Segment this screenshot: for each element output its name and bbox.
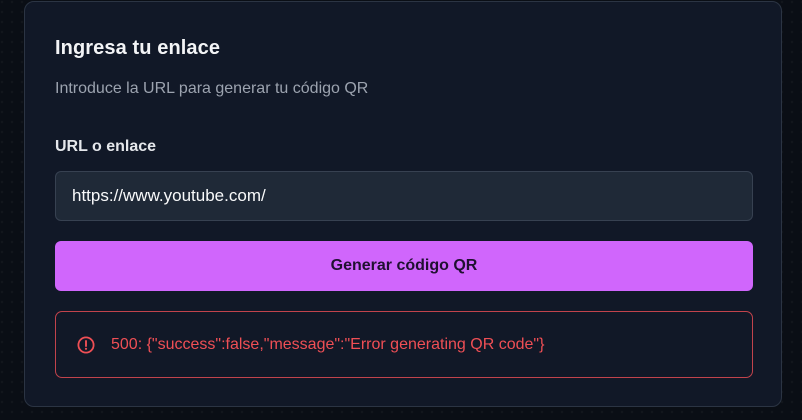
url-input[interactable] <box>55 171 753 221</box>
error-message: 500: {"success":false,"message":"Error g… <box>111 335 545 353</box>
card-subtitle: Introduce la URL para generar tu código … <box>55 80 369 97</box>
card-title: Ingresa tu enlace <box>55 37 221 59</box>
url-field-label: URL o enlace <box>55 138 157 155</box>
error-alert: 500: {"success":false,"message":"Error g… <box>55 311 753 378</box>
alert-circle-icon <box>77 336 95 354</box>
qr-form-card: Ingresa tu enlace Introduce la URL para … <box>24 1 782 407</box>
generate-qr-button[interactable]: Generar código QR <box>55 241 753 291</box>
